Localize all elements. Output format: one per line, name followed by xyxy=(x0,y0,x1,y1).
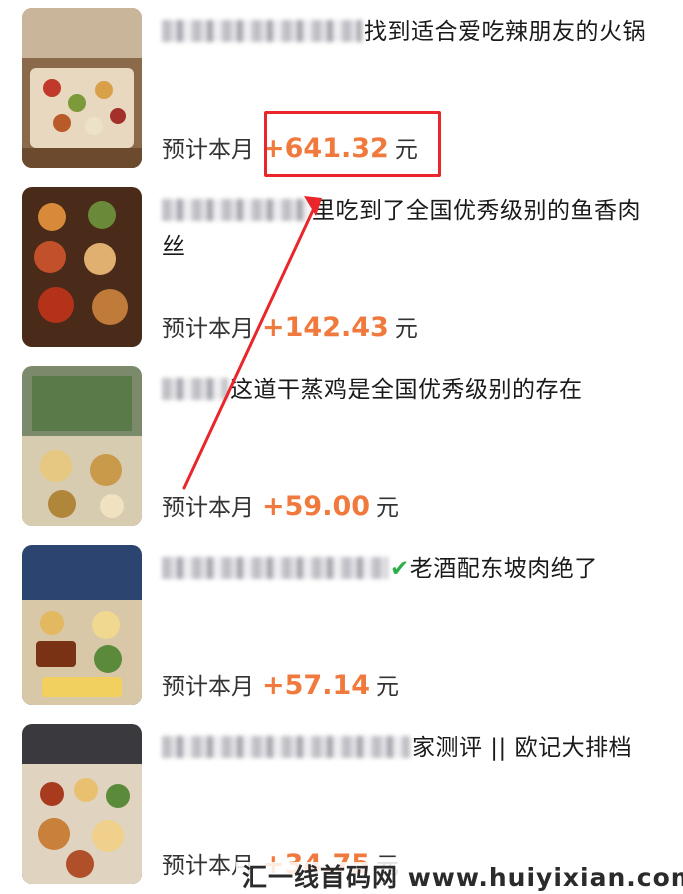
food-photo-image xyxy=(22,8,142,168)
food-photo-image xyxy=(22,545,142,705)
list-item[interactable]: ✔老酒配东坡肉绝了 预计本月 +57.14 元 xyxy=(0,545,683,715)
earnings-label: 预计本月 xyxy=(162,316,254,342)
blurred-author xyxy=(162,736,410,758)
item-title-text: 家测评 || 欧记大排档 xyxy=(412,735,633,761)
earnings-amount: +57.14 xyxy=(262,670,371,701)
currency-unit: 元 xyxy=(376,495,400,521)
item-title[interactable]: 找到适合爱吃辣朋友的火锅 xyxy=(162,14,662,50)
food-thumbnail[interactable] xyxy=(22,545,142,705)
item-title[interactable]: ✔老酒配东坡肉绝了 xyxy=(162,551,662,587)
list-item[interactable]: 里吃到了全国优秀级别的鱼香肉丝 预计本月 +142.43 元 xyxy=(0,187,683,357)
item-title-text: 老酒配东坡肉绝了 xyxy=(409,556,598,582)
blurred-author xyxy=(162,378,228,400)
estimated-earnings: 预计本月 +57.14 元 xyxy=(162,667,399,701)
food-thumbnail[interactable] xyxy=(22,724,142,884)
item-title-text: 找到适合爱吃辣朋友的火锅 xyxy=(364,19,646,45)
highlight-box xyxy=(264,111,441,177)
estimated-earnings: 预计本月 +59.00 元 xyxy=(162,488,399,522)
food-photo-image xyxy=(22,724,142,884)
earnings-label: 预计本月 xyxy=(162,674,254,700)
item-title[interactable]: 家测评 || 欧记大排档 xyxy=(162,730,662,766)
list-item[interactable]: 这道干蒸鸡是全国优秀级别的存在 预计本月 +59.00 元 xyxy=(0,366,683,536)
earnings-amount: +142.43 xyxy=(262,312,389,343)
item-title[interactable]: 里吃到了全国优秀级别的鱼香肉丝 xyxy=(162,193,662,265)
currency-unit: 元 xyxy=(394,316,418,342)
food-thumbnail[interactable] xyxy=(22,8,142,168)
food-photo-image xyxy=(22,366,142,526)
earnings-amount: +59.00 xyxy=(262,491,371,522)
item-title-text: 这道干蒸鸡是全国优秀级别的存在 xyxy=(230,377,583,403)
watermark: 汇一线首码网 www.huiyixian.com xyxy=(236,862,683,894)
earnings-label: 预计本月 xyxy=(162,495,254,521)
blurred-author xyxy=(162,199,310,221)
item-title[interactable]: 这道干蒸鸡是全国优秀级别的存在 xyxy=(162,372,662,408)
food-thumbnail[interactable] xyxy=(22,366,142,526)
food-photo-image xyxy=(22,187,142,347)
estimated-earnings: 预计本月 +142.43 元 xyxy=(162,309,418,343)
blurred-author xyxy=(162,557,388,579)
food-thumbnail[interactable] xyxy=(22,187,142,347)
currency-unit: 元 xyxy=(376,674,400,700)
blurred-author xyxy=(162,20,362,42)
checkmark-icon: ✔ xyxy=(390,556,410,582)
earnings-label: 预计本月 xyxy=(162,137,254,163)
